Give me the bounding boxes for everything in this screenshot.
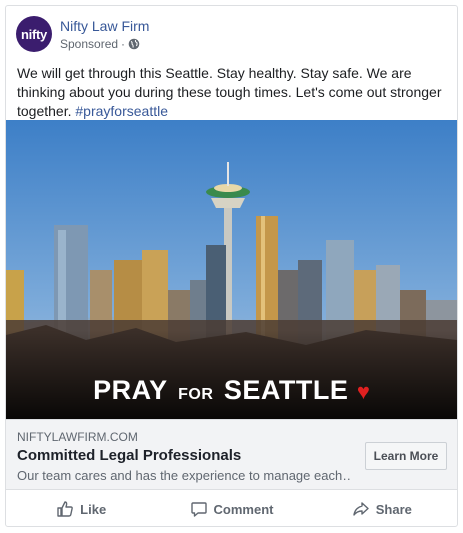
comment-button[interactable]: Comment	[156, 491, 306, 526]
action-bar: Like Comment Share	[6, 491, 457, 526]
caption-pray: PRAY	[93, 375, 168, 405]
share-label: Share	[375, 501, 412, 517]
avatar-logo-text: nifty	[21, 26, 47, 42]
caption-seattle: SEATTLE	[223, 375, 349, 405]
share-button[interactable]: Share	[307, 491, 457, 526]
page-name-link[interactable]: Nifty Law Firm	[60, 18, 149, 34]
comment-icon	[190, 502, 207, 517]
share-icon	[353, 502, 369, 516]
learn-more-button[interactable]: Learn More	[365, 442, 447, 470]
caption-for: FOR	[178, 386, 214, 403]
heart-icon: ♥	[356, 379, 370, 404]
meta-separator: ·	[121, 37, 126, 51]
like-icon	[57, 501, 73, 517]
like-label: Like	[80, 501, 107, 517]
post-header: nifty Nifty Law Firm Sponsored ·	[16, 16, 436, 56]
image-caption: PRAY FOR SEATTLE ♥	[6, 375, 457, 406]
sponsored-post-card: nifty Nifty Law Firm Sponsored · We will…	[5, 5, 458, 527]
like-button[interactable]: Like	[6, 491, 156, 526]
ad-image[interactable]: PRAY FOR SEATTLE ♥	[6, 120, 457, 419]
sponsored-label[interactable]: Sponsored	[60, 37, 118, 51]
post-body-text: We will get through this Seattle. Stay h…	[17, 64, 449, 121]
globe-icon[interactable]	[128, 38, 140, 50]
comment-label: Comment	[213, 501, 274, 517]
avatar[interactable]: nifty	[16, 16, 52, 52]
post-meta: Sponsored ·	[60, 37, 140, 51]
link-preview[interactable]: NIFTYLAWFIRM.COM Committed Legal Profess…	[6, 419, 457, 490]
hashtag-link[interactable]: #prayforseattle	[75, 103, 168, 119]
link-description: Our team cares and has the experience to…	[17, 468, 352, 483]
link-domain: NIFTYLAWFIRM.COM	[17, 430, 138, 444]
link-headline[interactable]: Committed Legal Professionals	[17, 447, 241, 464]
